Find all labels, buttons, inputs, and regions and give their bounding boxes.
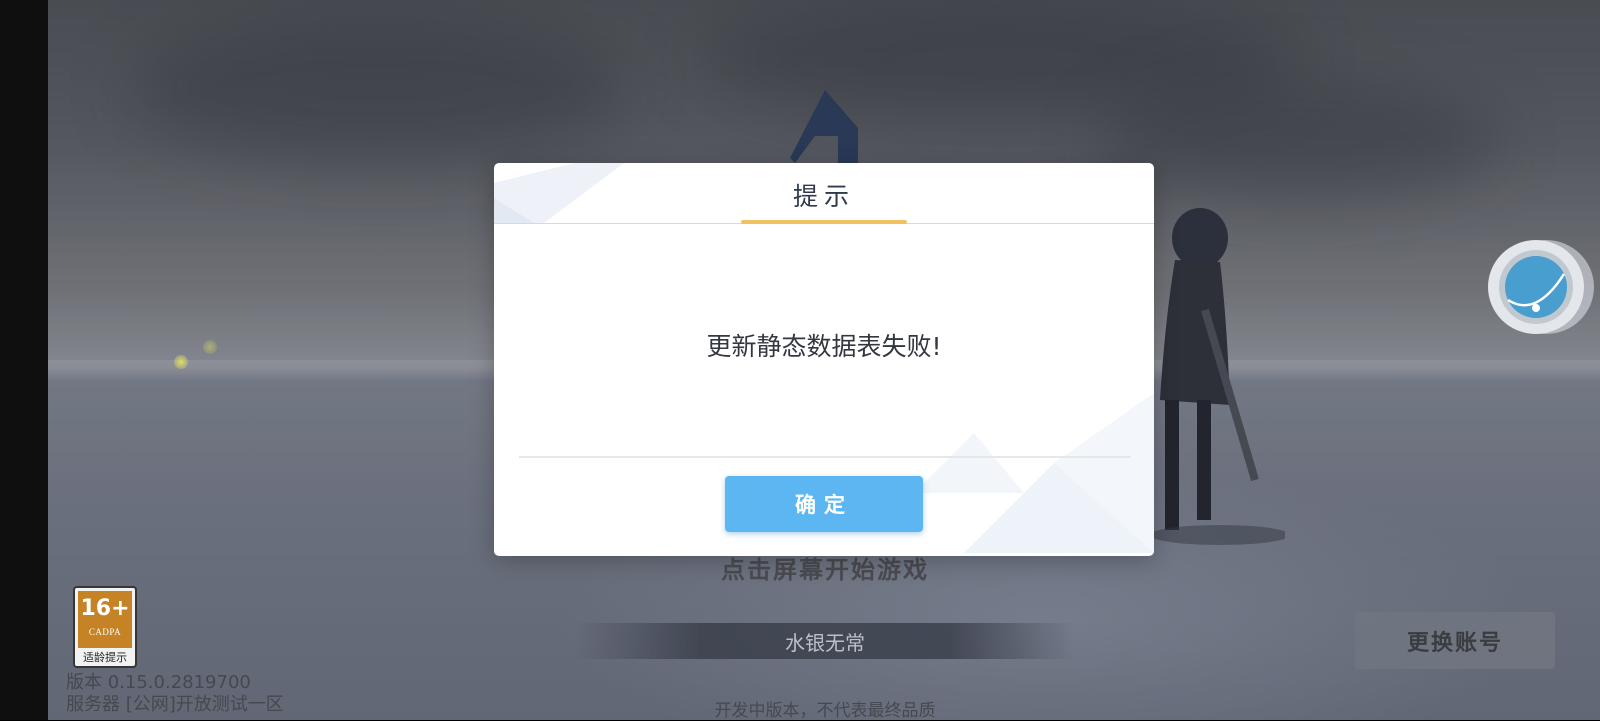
dialog-title: 提示: [792, 182, 855, 211]
dialog-separator: [519, 456, 1131, 458]
dialog-message: 更新静态数据表失败!: [706, 332, 942, 361]
title-accent-bar: [741, 220, 907, 224]
alert-dialog: 提示 更新静态数据表失败! 确定: [494, 163, 1154, 556]
confirm-button[interactable]: 确定: [725, 476, 923, 532]
